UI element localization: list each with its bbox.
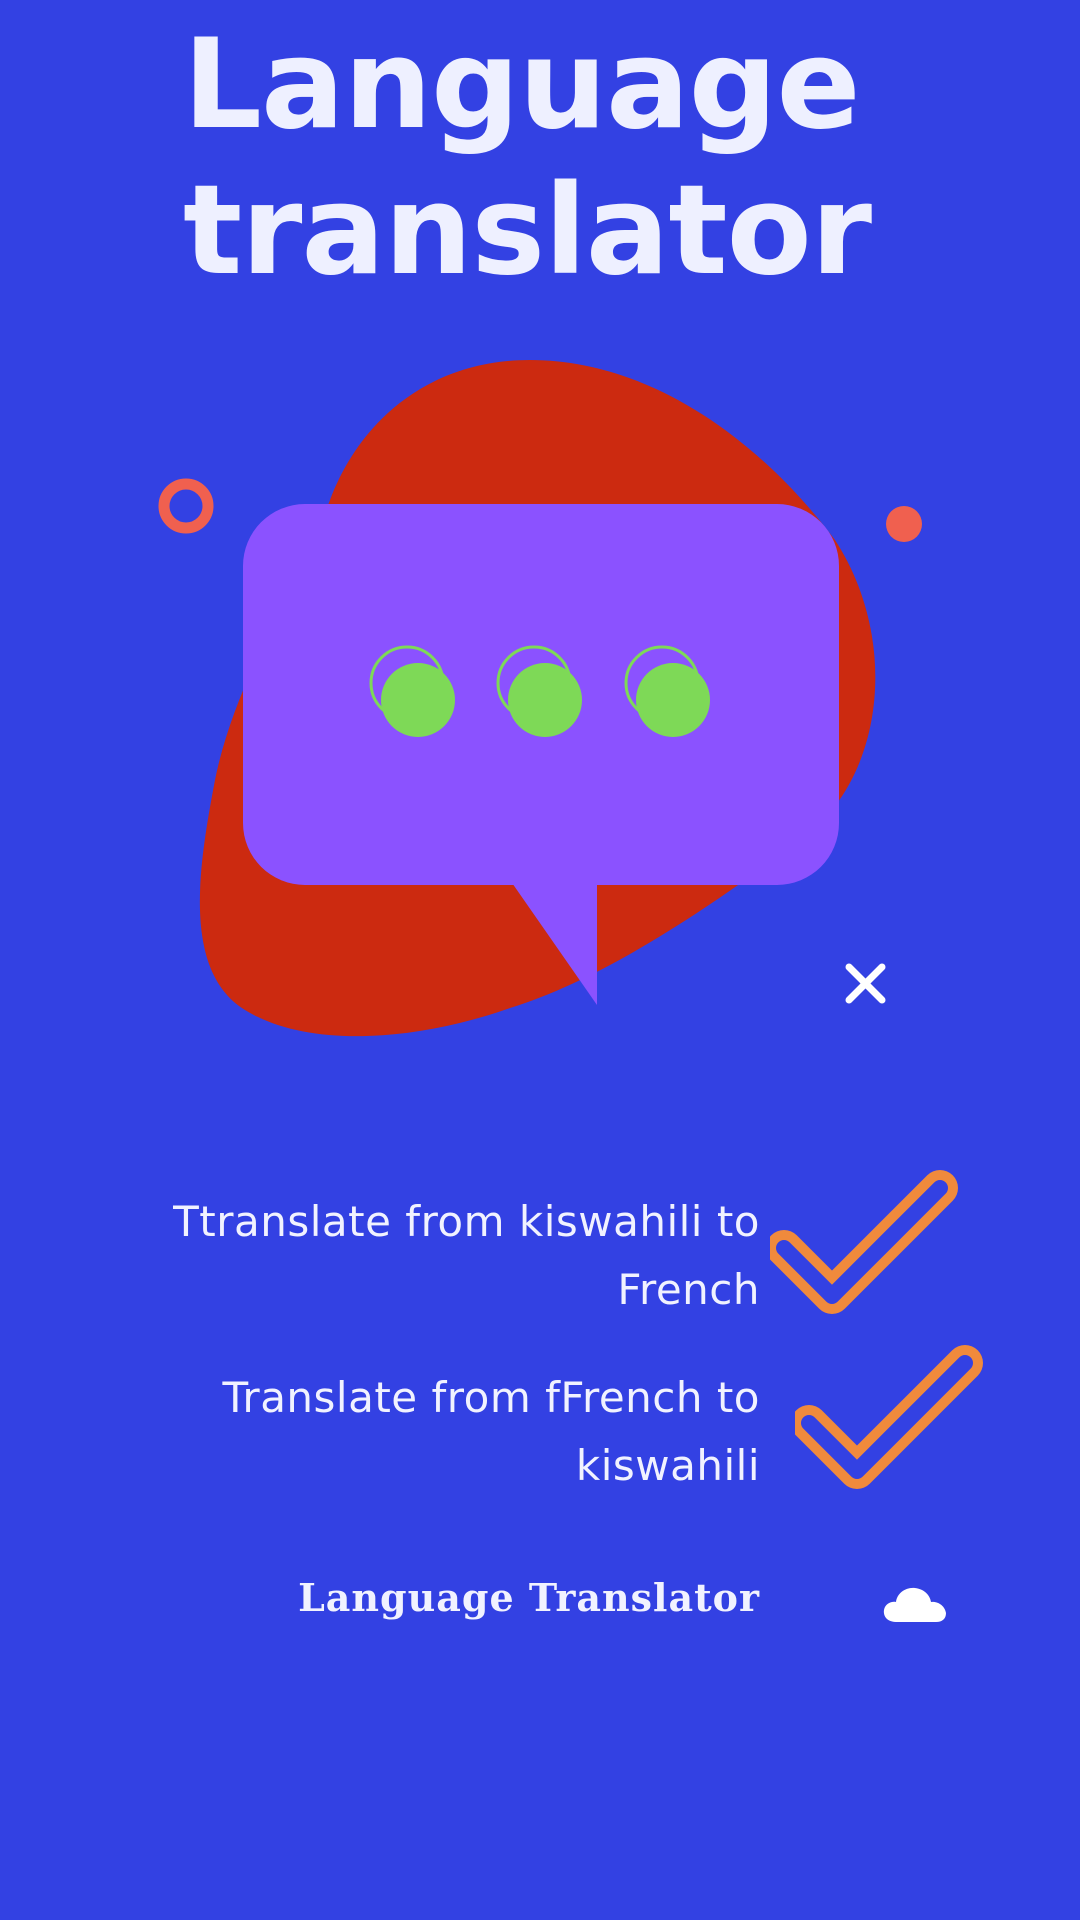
close-x-decoration-icon [845, 963, 886, 1004]
chat-bubble-illustration [158, 360, 922, 1037]
checkmark-icon [795, 1345, 983, 1489]
dot-decoration-icon [886, 506, 922, 542]
ring-decoration-icon [158, 478, 214, 534]
cloud-icon [883, 1587, 946, 1622]
feature-item-swahili-to-french: Ttranslate from kiswahili to French [173, 1197, 760, 1314]
feature-item-french-to-swahili: Translate from fFrench to kiswahili [222, 1373, 760, 1490]
footer-label: Language Translator [298, 1575, 760, 1620]
checkmark-icon [770, 1170, 958, 1314]
